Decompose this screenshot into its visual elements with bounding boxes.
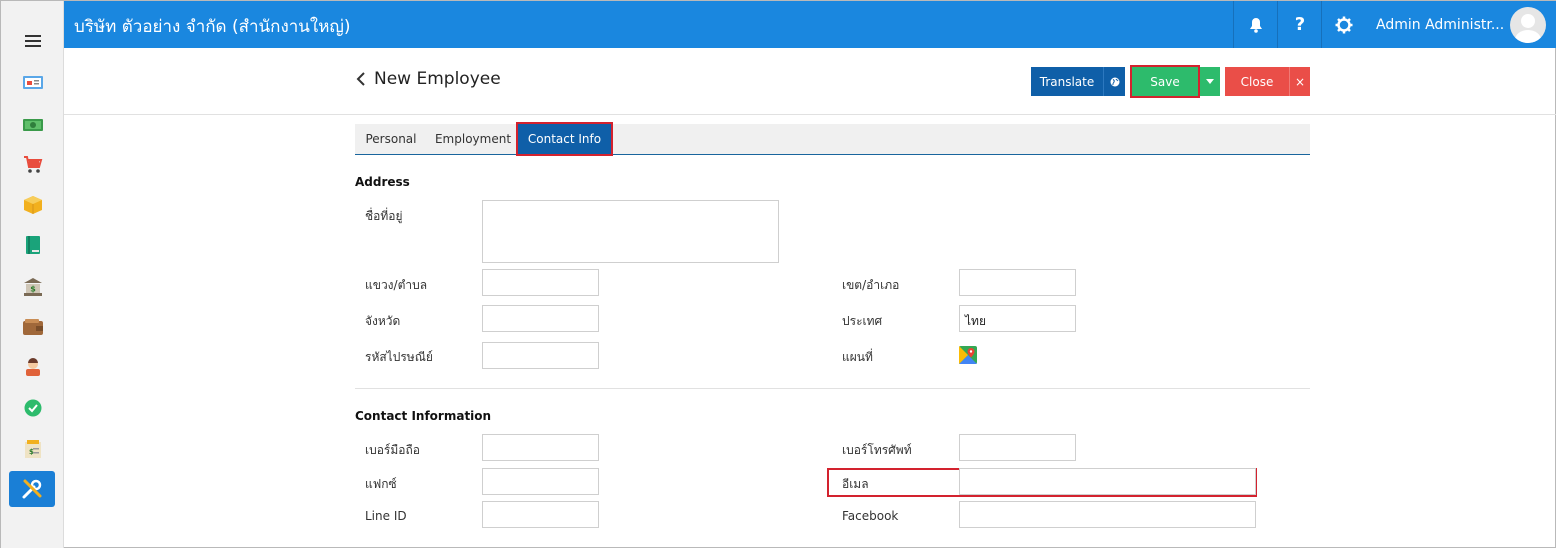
- address-section-title: Address: [355, 175, 410, 189]
- box-icon[interactable]: [21, 193, 45, 217]
- email-field[interactable]: [959, 468, 1256, 495]
- avatar[interactable]: [1510, 7, 1546, 43]
- subdistrict-field[interactable]: [482, 269, 599, 296]
- user-name[interactable]: Admin Administr...: [1376, 17, 1504, 33]
- help-icon: ?: [1294, 14, 1306, 35]
- district-label: เขต/อำเภอ: [842, 278, 900, 292]
- bank-icon[interactable]: $: [21, 275, 45, 299]
- money-icon[interactable]: [21, 113, 45, 137]
- book-icon[interactable]: [21, 233, 45, 257]
- bell-icon: [1250, 17, 1262, 33]
- wallet-icon[interactable]: [21, 315, 45, 339]
- email-label: อีเมล: [842, 477, 869, 491]
- close-x-button[interactable]: ×: [1289, 67, 1310, 96]
- svg-text:$: $: [30, 285, 36, 294]
- title-row: New Employee Translate Save Close ×: [64, 48, 1556, 115]
- hamburger-menu-icon[interactable]: [25, 35, 41, 47]
- translate-globe-button[interactable]: [1103, 67, 1125, 96]
- save-dropdown-button[interactable]: [1200, 67, 1220, 96]
- settings-button[interactable]: [1321, 1, 1366, 48]
- person-icon[interactable]: [21, 355, 45, 379]
- page-title: New Employee: [374, 69, 501, 89]
- company-name[interactable]: บริษัท ตัวอย่าง จำกัด (สำนักงานใหญ่): [74, 13, 351, 40]
- province-field[interactable]: [482, 305, 599, 332]
- address-name-field[interactable]: [482, 200, 779, 263]
- facebook-label: Facebook: [842, 509, 899, 523]
- line-id-label: Line ID: [365, 509, 407, 523]
- country-field[interactable]: ไทย: [959, 305, 1076, 332]
- phone-label: เบอร์โทรศัพท์: [842, 443, 912, 457]
- check-icon[interactable]: [21, 396, 45, 420]
- notification-button[interactable]: [1233, 1, 1278, 48]
- globe-icon: [1110, 77, 1119, 86]
- map-label: แผนที่: [842, 350, 873, 364]
- mobile-field[interactable]: [482, 434, 599, 461]
- province-label: จังหวัด: [365, 314, 401, 328]
- facebook-field[interactable]: [959, 501, 1256, 528]
- save-button[interactable]: Save: [1130, 65, 1200, 98]
- line-id-field[interactable]: [482, 501, 599, 528]
- report-icon[interactable]: $: [21, 437, 45, 461]
- postal-code-label: รหัสไปรษณีย์: [365, 350, 433, 364]
- phone-field[interactable]: [959, 434, 1076, 461]
- tab-employment[interactable]: Employment: [430, 124, 516, 154]
- country-label: ประเทศ: [842, 314, 883, 328]
- tab-personal[interactable]: Personal: [355, 124, 427, 154]
- back-chevron-icon[interactable]: [356, 72, 366, 86]
- dashboard-icon[interactable]: [21, 71, 45, 95]
- translate-button[interactable]: Translate: [1031, 67, 1103, 96]
- tools-icon[interactable]: [9, 471, 55, 507]
- section-divider: [355, 388, 1310, 389]
- top-bar: บริษัท ตัวอย่าง จำกัด (สำนักงานใหญ่) ? A…: [64, 1, 1556, 48]
- postal-code-field[interactable]: [482, 342, 599, 369]
- gear-icon: [1335, 16, 1353, 33]
- address-name-label: ชื่อที่อยู่: [365, 209, 403, 223]
- close-button[interactable]: Close: [1225, 67, 1289, 96]
- fax-label: แฟกซ์: [365, 477, 397, 491]
- mobile-label: เบอร์มือถือ: [365, 443, 420, 457]
- fax-field[interactable]: [482, 468, 599, 495]
- help-button[interactable]: ?: [1277, 1, 1322, 48]
- district-field[interactable]: [959, 269, 1076, 296]
- tab-bar: Personal Employment Contact Info: [355, 122, 1310, 156]
- subdistrict-label: แขวง/ตำบล: [365, 278, 428, 292]
- caret-down-icon: [1206, 79, 1214, 84]
- tab-contact-info[interactable]: Contact Info: [516, 122, 613, 156]
- cart-icon[interactable]: [21, 153, 45, 177]
- sidebar: $ $: [1, 1, 64, 548]
- contact-section-title: Contact Information: [355, 409, 492, 423]
- google-maps-icon[interactable]: [959, 346, 977, 364]
